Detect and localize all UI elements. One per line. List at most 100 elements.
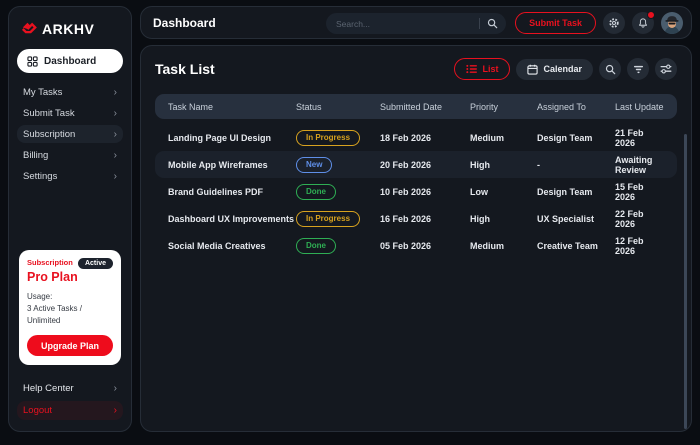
notifications-button[interactable] — [632, 12, 654, 34]
priority-cell: Low — [470, 187, 537, 197]
assigned-to-cell: Design Team — [537, 187, 615, 197]
last-update-cell: 12 Feb 2026 — [615, 236, 664, 256]
scrollbar[interactable] — [684, 134, 687, 429]
task-list-panel: Task List List Calendar — [140, 45, 692, 432]
sidebar-item-my-tasks[interactable]: My Tasks › — [17, 83, 123, 101]
page-title: Dashboard — [153, 16, 216, 30]
last-update-cell: Awaiting Review — [615, 155, 664, 175]
section-title: Task List — [155, 61, 215, 77]
divider — [479, 18, 480, 29]
logo-icon — [21, 22, 37, 36]
chevron-right-icon: › — [114, 171, 117, 182]
table-row[interactable]: Mobile App Wireframes New 20 Feb 2026 Hi… — [155, 151, 677, 178]
assigned-to-cell: Creative Team — [537, 241, 615, 251]
settings-button[interactable] — [603, 12, 625, 34]
last-update-cell: 22 Feb 2026 — [615, 209, 664, 229]
logo-text: ARKHV — [42, 21, 94, 37]
priority-cell: Medium — [470, 133, 537, 143]
status-badge: Done — [296, 238, 336, 254]
nav-label: Settings — [23, 171, 57, 182]
chevron-right-icon: › — [114, 108, 117, 119]
task-name-cell: Landing Page UI Design — [168, 133, 296, 143]
chevron-right-icon: › — [114, 87, 117, 98]
filter-button[interactable] — [627, 58, 649, 80]
chevron-right-icon: › — [114, 129, 117, 140]
chevron-right-icon: › — [114, 405, 117, 416]
column-header-last-update: Last Update — [615, 102, 664, 112]
upgrade-plan-button[interactable]: Upgrade Plan — [27, 335, 113, 356]
dashboard-grid-icon — [27, 56, 38, 67]
logo: ARKHV — [17, 17, 123, 49]
submit-task-button[interactable]: Submit Task — [515, 12, 596, 34]
usage-value: 3 Active Tasks / Unlimited — [27, 303, 113, 327]
nav-label: Submit Task — [23, 108, 75, 119]
task-name-cell: Social Media Creatives — [168, 241, 296, 251]
submitted-date-cell: 10 Feb 2026 — [380, 187, 470, 197]
column-header-task-name: Task Name — [168, 102, 296, 112]
nav-label: Subscription — [23, 129, 75, 140]
avatar[interactable] — [661, 12, 683, 34]
chevron-right-icon: › — [114, 383, 117, 394]
assigned-to-cell: Design Team — [537, 133, 615, 143]
sidebar-item-submit-task[interactable]: Submit Task › — [17, 104, 123, 122]
usage-label: Usage: — [27, 291, 113, 303]
sidebar-item-subscription[interactable]: Subscription › — [17, 125, 123, 143]
table-row[interactable]: Brand Guidelines PDF Done 10 Feb 2026 Lo… — [155, 178, 677, 205]
bell-icon — [637, 17, 649, 29]
assigned-to-cell: UX Specialist — [537, 214, 615, 224]
sidebar-item-logout[interactable]: Logout › — [17, 401, 123, 420]
search-icon — [487, 18, 498, 29]
submitted-date-cell: 05 Feb 2026 — [380, 241, 470, 251]
sort-settings-button[interactable] — [655, 58, 677, 80]
priority-cell: High — [470, 160, 537, 170]
sidebar-item-dashboard[interactable]: Dashboard — [17, 49, 123, 73]
subscription-card: Subscription Active Pro Plan Usage: 3 Ac… — [19, 250, 121, 365]
plan-name: Pro Plan — [27, 270, 113, 284]
table-search-button[interactable] — [599, 58, 621, 80]
last-update-cell: 15 Feb 2026 — [615, 182, 664, 202]
sliders-icon — [660, 64, 672, 74]
gear-icon — [608, 17, 620, 29]
subscription-eyebrow: Subscription — [27, 258, 73, 267]
priority-cell: High — [470, 214, 537, 224]
status-badge: In Progress — [296, 130, 360, 146]
list-icon — [466, 64, 477, 74]
sidebar-active-label: Dashboard — [44, 56, 96, 67]
table-header: Task Name Status Submitted Date Priority… — [155, 94, 677, 119]
column-header-priority: Priority — [470, 102, 537, 112]
submitted-date-cell: 18 Feb 2026 — [380, 133, 470, 143]
task-name-cell: Dashboard UX Improvements — [168, 214, 296, 224]
search-input[interactable] — [336, 19, 479, 29]
nav-label: Logout — [23, 405, 52, 416]
chevron-right-icon: › — [114, 150, 117, 161]
nav-label: Help Center — [23, 383, 74, 394]
nav-label: Billing — [23, 150, 48, 161]
nav-label: My Tasks — [23, 87, 62, 98]
table-row[interactable]: Social Media Creatives Done 05 Feb 2026 … — [155, 232, 677, 259]
notification-badge — [647, 11, 655, 19]
sidebar-item-billing[interactable]: Billing › — [17, 146, 123, 164]
top-bar: Dashboard Submit Task — [140, 6, 692, 39]
sidebar-item-settings[interactable]: Settings › — [17, 167, 123, 185]
filter-icon — [633, 65, 644, 74]
assigned-to-cell: - — [537, 160, 615, 170]
avatar-image — [661, 12, 683, 34]
column-header-submitted-date: Submitted Date — [380, 102, 470, 112]
search-box[interactable] — [326, 13, 506, 34]
status-badge: New — [296, 157, 332, 173]
status-badge: Active — [78, 258, 113, 269]
table-row[interactable]: Landing Page UI Design In Progress 18 Fe… — [155, 124, 677, 151]
table-row[interactable]: Dashboard UX Improvements In Progress 16… — [155, 205, 677, 232]
last-update-cell: 21 Feb 2026 — [615, 128, 664, 148]
search-icon — [605, 64, 616, 75]
view-toggle-list[interactable]: List — [454, 58, 510, 80]
column-header-assigned-to: Assigned To — [537, 102, 615, 112]
column-header-status: Status — [296, 102, 380, 112]
priority-cell: Medium — [470, 241, 537, 251]
view-toggle-calendar[interactable]: Calendar — [516, 59, 593, 80]
status-badge: Done — [296, 184, 336, 200]
sidebar-item-help-center[interactable]: Help Center › — [17, 379, 123, 398]
task-name-cell: Mobile App Wireframes — [168, 160, 296, 170]
calendar-icon — [527, 64, 538, 75]
submitted-date-cell: 20 Feb 2026 — [380, 160, 470, 170]
